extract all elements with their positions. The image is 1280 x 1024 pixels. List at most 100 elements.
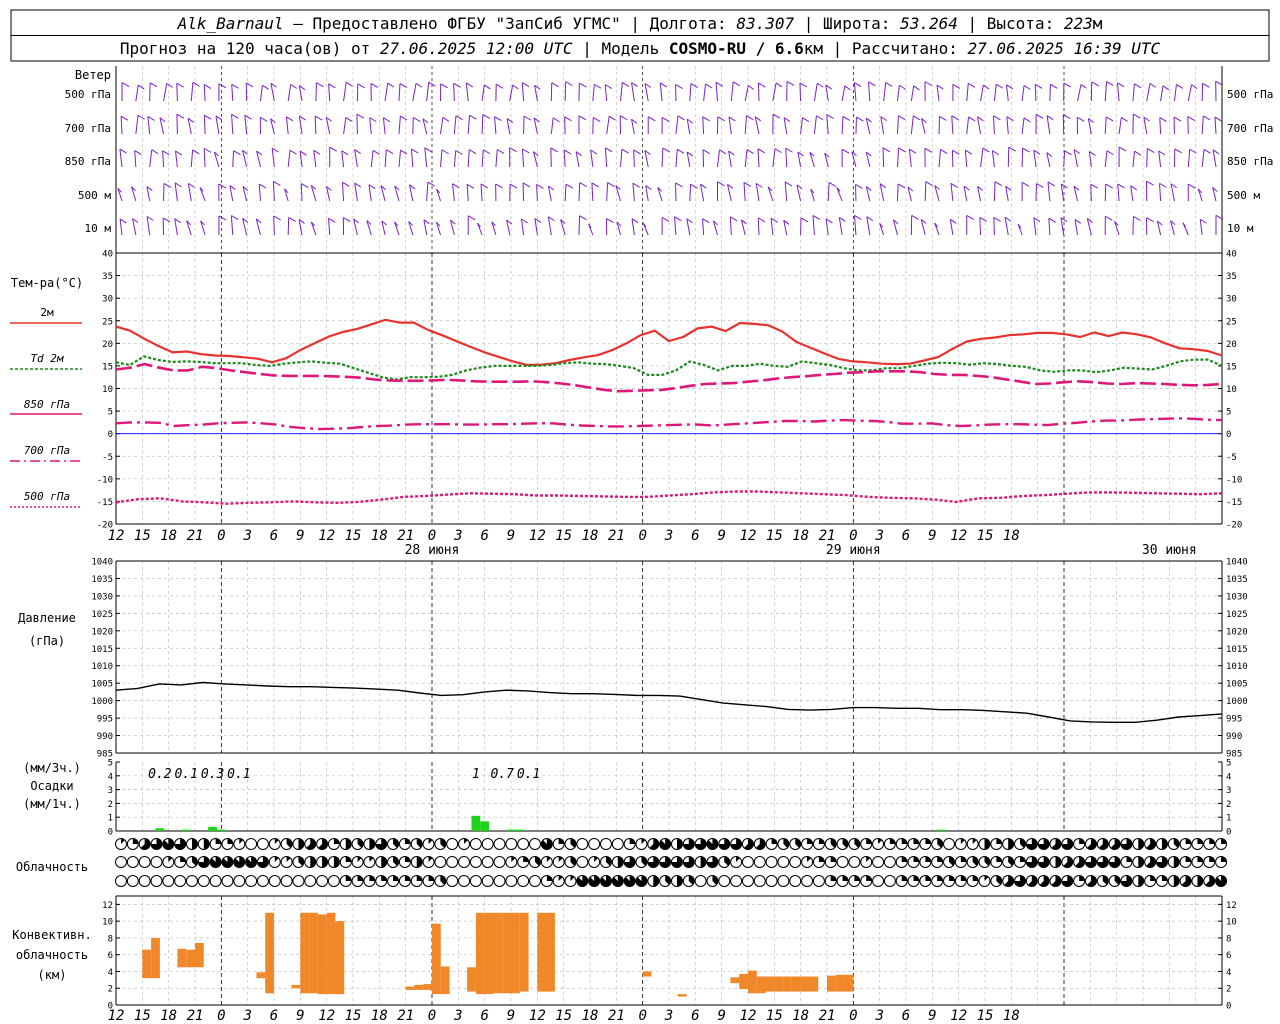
conv-title-2: облачность — [16, 948, 88, 962]
wind-barb-staff — [176, 83, 178, 102]
y-tick-right: 995 — [1226, 715, 1242, 725]
wind-barb-flag — [1105, 116, 1114, 122]
wind-barb-staff — [187, 183, 192, 202]
cloud-symbol — [446, 838, 459, 850]
wind-barb-flag — [950, 182, 958, 188]
wind-barb-staff — [812, 215, 815, 236]
wind-barb-staff — [991, 150, 995, 168]
convective-bar — [423, 984, 432, 990]
wind-barb-staff — [328, 218, 331, 236]
wind-barb-staff — [1060, 183, 1065, 202]
wind-barb-flag — [677, 148, 685, 154]
cloud-fill — [345, 838, 352, 850]
cloud-fill — [546, 875, 553, 881]
cloud-symbol — [611, 838, 624, 850]
wind-barb-staff — [410, 149, 414, 168]
wind-barb-staff — [563, 149, 566, 168]
cloud-symbol — [741, 856, 754, 868]
convective-bar — [835, 974, 845, 992]
x-tick-label: 3 — [453, 528, 462, 544]
wind-barb-staff — [1060, 217, 1065, 236]
wind-barb-staff — [1143, 117, 1148, 135]
wind-barb-staff — [686, 151, 691, 168]
y-tick-right: 1005 — [1226, 680, 1248, 690]
temp-x-axis: 12 15 18 21 0 3 6 9 12 15 18 21 0 3 6 9 12 15 18 21 0 3 6 9 12 15… — [108, 528, 1197, 558]
wind-barb-staff — [199, 187, 206, 202]
wind-barb-flag — [290, 83, 298, 89]
y-tick-right: 12 — [1226, 901, 1237, 911]
wind-barb-flag — [633, 149, 641, 155]
wind-barb-staff — [744, 115, 747, 135]
wind-barb-flag — [455, 150, 463, 155]
wind-barb-flag — [621, 148, 629, 154]
cloud-fill — [1197, 838, 1203, 844]
forecast-prefix: Прогноз на 120 часа(ов) от — [120, 39, 380, 58]
wind-level-700hpa-label: 700 гПа — [65, 122, 111, 135]
wind-barb-staff — [715, 82, 718, 102]
wind-barb-flag — [854, 214, 862, 220]
wind-barb-flag — [328, 83, 336, 89]
wind-barb-flag — [1033, 217, 1041, 223]
convective-bar — [484, 912, 494, 995]
cloud-fill — [676, 875, 683, 887]
wind-barb-flag — [523, 115, 532, 121]
y-tick-right: 2 — [1226, 985, 1231, 995]
y-tick-left: 0 — [108, 430, 113, 440]
wind-barb-flag — [121, 82, 130, 88]
wind-barb-staff — [467, 115, 470, 135]
wind-barb-flag — [940, 148, 948, 154]
x-tick-label: 3 — [874, 1008, 883, 1024]
cloud-symbol — [883, 856, 896, 868]
wind-barb-staff — [924, 181, 927, 202]
wind-barb-flag — [591, 182, 600, 188]
convective-bar — [475, 912, 485, 995]
wind-barb-flag — [1117, 82, 1125, 88]
wind-barb-staff — [1048, 218, 1051, 236]
cloud-fill — [576, 875, 588, 887]
x-tick-label: 21 — [187, 528, 204, 544]
x-tick-label: 6 — [270, 1008, 278, 1024]
cloud-fill — [1138, 838, 1144, 850]
wind-barb-flag — [1080, 83, 1087, 89]
wind-barb-flag — [816, 82, 824, 88]
cloud-fill — [937, 856, 943, 862]
x-tick-label: 15 — [766, 528, 783, 544]
wind-barb-staff — [494, 116, 497, 135]
wind-barb-staff — [412, 117, 414, 135]
cloud-fill — [1019, 856, 1026, 862]
y-tick-right: 1040 — [1226, 558, 1248, 568]
cloud-fill — [345, 875, 352, 882]
wind-barb-flag — [134, 150, 142, 156]
cloud-fill — [1221, 838, 1227, 844]
wind-barb-staff — [951, 115, 954, 135]
wind-barb-flag — [897, 183, 906, 189]
calc-label: | Рассчитано: — [823, 39, 968, 58]
wind-barb-staff — [633, 149, 635, 168]
y-tick-right: 0 — [1226, 1002, 1231, 1012]
altitude-label: | Высота: — [958, 14, 1064, 33]
wind-barb-staff — [700, 184, 705, 202]
y-tick-left: 1010 — [91, 662, 113, 672]
cloud-symbol — [446, 856, 459, 868]
wind-barb-staff — [1132, 83, 1135, 102]
wind-barb-staff — [632, 183, 635, 202]
x-tick-label: 15 — [977, 1008, 994, 1024]
legend-td2m-label: Td 2м — [30, 352, 63, 365]
model-unit: км — [804, 39, 824, 58]
wind-barb-flag — [162, 217, 171, 223]
wind-level-500hpa-label-right: 500 гПа — [1227, 88, 1273, 101]
cloud-symbol — [115, 856, 127, 868]
wind-barb-flag — [1105, 183, 1113, 189]
wind-barb-staff — [1132, 151, 1136, 168]
convective-bar — [291, 984, 301, 989]
cloud-fill — [617, 856, 624, 868]
wind-barb-flag — [925, 181, 934, 187]
y-tick-left: 4 — [108, 772, 113, 782]
wind-barb-flag — [885, 81, 893, 87]
cloud-fill — [842, 875, 849, 881]
wind-barb-staff — [950, 183, 954, 202]
x-tick-label: 12 — [529, 528, 546, 544]
y-tick-left: -5 — [102, 453, 113, 463]
wind-level-500m-label: 500 м — [78, 189, 111, 202]
x-tick-label: 0 — [638, 1008, 646, 1024]
